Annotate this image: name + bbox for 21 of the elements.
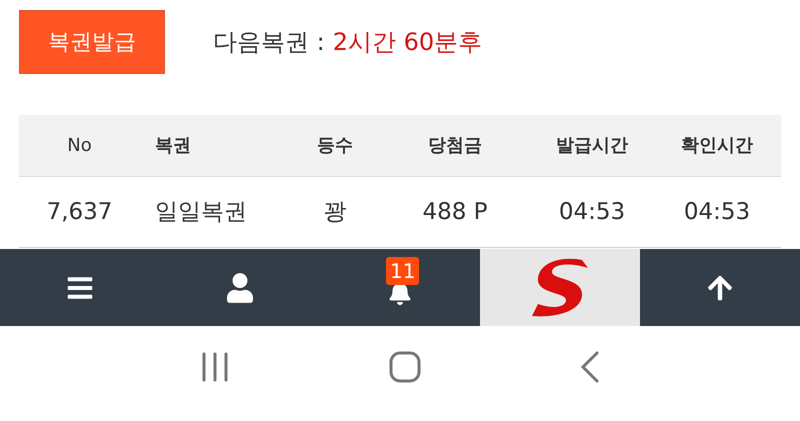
table-cell-text: 일일복권 xyxy=(154,198,248,227)
user-icon xyxy=(227,272,253,302)
notification-badge: 11 xyxy=(386,256,420,284)
table-cell-text: 04:53 xyxy=(558,198,626,227)
arrow-up-icon xyxy=(706,274,734,302)
recent-apps-icon[interactable] xyxy=(200,352,230,382)
column-header: No xyxy=(66,134,93,158)
table-cell-text: 꽝 xyxy=(322,198,348,227)
table-cell-text: 7,637 xyxy=(46,198,114,227)
column-header: 발급시간 xyxy=(555,134,629,158)
next-lottery-label: 다음복권 : xyxy=(213,27,325,58)
column-header: 등수 xyxy=(316,134,354,158)
home-icon[interactable] xyxy=(388,350,421,382)
column-header: 복권 xyxy=(154,134,192,158)
column-header: 확인시간 xyxy=(680,134,754,158)
back-icon[interactable] xyxy=(580,350,600,382)
table-cell-text: 04:53 xyxy=(682,198,752,227)
issue-lottery-button[interactable]: 복권발급 xyxy=(19,10,165,74)
table-cell-text: 488 P xyxy=(421,198,489,227)
column-header: 당첨금 xyxy=(427,134,483,158)
next-lottery-time: 2시간 60분후 xyxy=(332,27,482,58)
